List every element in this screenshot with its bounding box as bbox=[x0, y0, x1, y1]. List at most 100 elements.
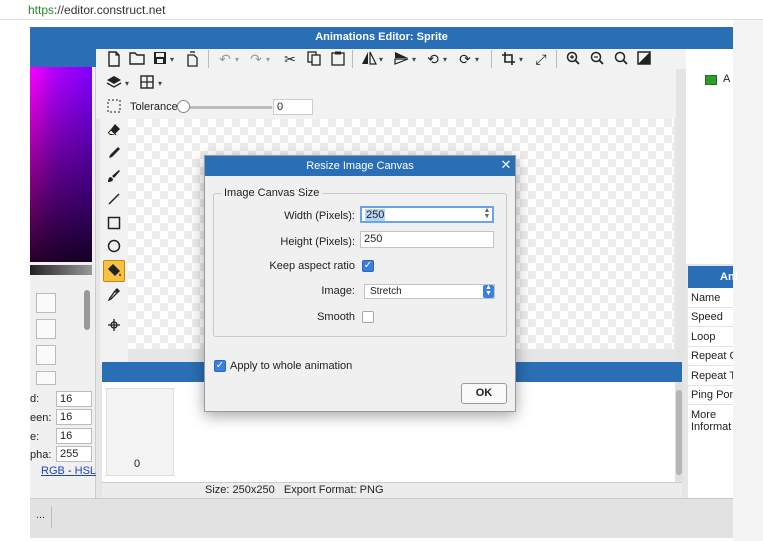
pencil-icon[interactable] bbox=[106, 146, 122, 162]
rotate-cw-icon[interactable]: ⟳ bbox=[457, 51, 473, 67]
green-field[interactable]: 16 bbox=[56, 409, 92, 425]
open-folder-icon[interactable] bbox=[129, 51, 145, 67]
hue-slider[interactable] bbox=[30, 265, 92, 275]
apply-all-checkbox[interactable]: ✓ bbox=[214, 360, 226, 372]
property-more-info-line2[interactable]: Informat bbox=[691, 421, 733, 433]
color-mode-links: RGB - HSL bbox=[41, 465, 96, 477]
toolbar-separator bbox=[491, 50, 492, 68]
url-text[interactable]: https://editor.construct.net bbox=[28, 3, 165, 17]
save-dropdown-caret[interactable]: ▾ bbox=[170, 55, 174, 64]
crop-dropdown-caret[interactable]: ▾ bbox=[519, 55, 523, 64]
color-swatch[interactable] bbox=[36, 371, 56, 385]
bottom-bar bbox=[30, 498, 733, 538]
blue-field[interactable]: 16 bbox=[56, 428, 92, 444]
grid-dropdown-caret[interactable]: ▾ bbox=[158, 79, 162, 88]
zoom-in-icon[interactable] bbox=[565, 51, 581, 67]
link-separator: - bbox=[64, 465, 75, 477]
rgb-link[interactable]: RGB bbox=[41, 465, 65, 477]
keep-aspect-checkbox[interactable]: ✓ bbox=[362, 260, 374, 272]
save-icon[interactable] bbox=[152, 51, 168, 67]
color-picker-icon[interactable] bbox=[106, 287, 122, 303]
undo-dropdown-caret[interactable]: ▾ bbox=[235, 55, 239, 64]
grid-icon[interactable] bbox=[139, 75, 155, 91]
properties-header-label: Ani bbox=[720, 271, 738, 283]
url-scheme: https bbox=[28, 3, 55, 17]
width-input[interactable]: 250 bbox=[360, 206, 494, 223]
tolerance-value-field[interactable]: 0 bbox=[273, 99, 313, 115]
image-mode-label: Image: bbox=[321, 285, 355, 297]
more-button[interactable]: ... bbox=[30, 506, 52, 528]
frame-number: 0 bbox=[134, 458, 141, 470]
property-speed[interactable]: Speed bbox=[691, 311, 733, 323]
flip-vertical-icon[interactable] bbox=[393, 51, 409, 67]
property-divider bbox=[688, 346, 733, 347]
hsl-link[interactable]: HSL bbox=[75, 465, 96, 477]
ok-button[interactable]: OK bbox=[461, 383, 507, 404]
crop-icon[interactable] bbox=[500, 51, 516, 67]
smooth-checkbox[interactable] bbox=[362, 311, 374, 323]
property-divider bbox=[688, 307, 733, 308]
frames-scrollbar-thumb[interactable] bbox=[676, 390, 682, 475]
ellipse-tool-icon[interactable] bbox=[106, 239, 122, 255]
cut-icon[interactable]: ✂ bbox=[282, 51, 298, 67]
resize-icon[interactable]: ⤢ bbox=[533, 51, 549, 67]
brush-icon[interactable] bbox=[106, 169, 122, 185]
image-mode-select[interactable]: Stretch bbox=[364, 284, 495, 299]
layers-icon[interactable] bbox=[106, 75, 122, 91]
width-spinner-icon[interactable]: ▲ ▼ bbox=[482, 207, 492, 221]
color-swatch[interactable] bbox=[36, 319, 56, 339]
property-divider bbox=[688, 365, 733, 366]
property-repeat-to[interactable]: Repeat T bbox=[691, 370, 733, 382]
canvas-scrollbar[interactable] bbox=[676, 69, 686, 359]
export-icon[interactable] bbox=[184, 51, 200, 67]
color-swatch[interactable] bbox=[36, 345, 56, 365]
move-hotspot-icon[interactable] bbox=[106, 318, 122, 334]
copy-icon[interactable] bbox=[306, 51, 322, 67]
property-name[interactable]: Name bbox=[691, 292, 733, 304]
flip-horizontal-icon[interactable] bbox=[361, 51, 377, 67]
color-panel-header bbox=[30, 49, 96, 67]
rotate-ccw-icon[interactable]: ⟲ bbox=[425, 51, 441, 67]
animation-icon[interactable] bbox=[705, 75, 717, 85]
layers-dropdown-caret[interactable]: ▾ bbox=[125, 79, 129, 88]
toolbar-separator bbox=[556, 50, 557, 68]
zoom-reset-icon[interactable] bbox=[613, 51, 629, 67]
animation-item-label[interactable]: A bbox=[723, 73, 730, 85]
property-repeat-count[interactable]: Repeat C bbox=[691, 350, 733, 362]
paste-icon[interactable] bbox=[330, 51, 346, 67]
toolbar-separator bbox=[208, 50, 209, 68]
color-swatch[interactable] bbox=[36, 293, 56, 313]
red-field[interactable]: 16 bbox=[56, 391, 92, 407]
redo-dropdown-caret[interactable]: ▾ bbox=[266, 55, 270, 64]
select-arrows-icon[interactable]: ▲ ▼ bbox=[483, 284, 494, 298]
property-divider bbox=[688, 385, 733, 386]
zoom-out-icon[interactable] bbox=[589, 51, 605, 67]
smooth-label: Smooth bbox=[317, 311, 355, 323]
tolerance-label: Tolerance bbox=[130, 101, 178, 113]
line-tool-icon[interactable] bbox=[106, 192, 122, 208]
property-loop[interactable]: Loop bbox=[691, 331, 733, 343]
red-label: d: bbox=[30, 393, 40, 405]
height-input[interactable]: 250 bbox=[360, 231, 494, 248]
flip-v-dropdown-caret[interactable]: ▾ bbox=[412, 55, 416, 64]
redo-icon[interactable]: ↷ bbox=[248, 51, 264, 67]
eraser-icon[interactable] bbox=[106, 123, 122, 139]
rotate-ccw-dropdown-caret[interactable]: ▾ bbox=[443, 55, 447, 64]
undo-icon[interactable]: ↶ bbox=[217, 51, 233, 67]
flip-dropdown-caret[interactable]: ▾ bbox=[379, 55, 383, 64]
close-icon[interactable]: ✕ bbox=[499, 157, 513, 173]
swatch-scrollbar[interactable] bbox=[84, 290, 90, 330]
new-file-icon[interactable] bbox=[106, 51, 122, 67]
grid-toggle-icon[interactable] bbox=[636, 51, 652, 67]
rotate-cw-dropdown-caret[interactable]: ▾ bbox=[475, 55, 479, 64]
property-more-info-line1[interactable]: More bbox=[691, 409, 733, 421]
property-ping-pong[interactable]: Ping Pon bbox=[691, 389, 733, 401]
selection-icon[interactable] bbox=[106, 99, 122, 115]
fill-bucket-icon[interactable] bbox=[106, 263, 122, 279]
toolbar-separator bbox=[352, 50, 353, 68]
alpha-field[interactable]: 255 bbox=[56, 446, 92, 462]
tolerance-slider-track[interactable] bbox=[182, 106, 272, 109]
color-picker-area[interactable] bbox=[30, 67, 92, 262]
rectangle-tool-icon[interactable] bbox=[106, 216, 122, 232]
tolerance-slider-knob[interactable] bbox=[177, 100, 190, 113]
